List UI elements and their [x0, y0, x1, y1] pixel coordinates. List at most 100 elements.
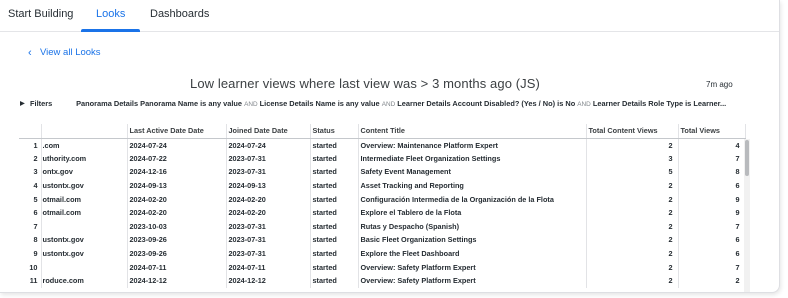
content-title-cell: Basic Fleet Organization Settings — [358, 233, 587, 247]
email-cell: .com — [41, 138, 128, 152]
column-header-content-title[interactable]: Content Title — [358, 124, 587, 139]
total-content-views-cell: 2 — [586, 205, 679, 220]
look-card: Start Building Looks Dashboards ‹ View a… — [0, 0, 780, 293]
joined-date-cell: 2024-02-20 — [226, 205, 311, 220]
filter-expression: License Details Name is any value — [259, 99, 380, 108]
email-text: roduce.com — [42, 276, 84, 286]
row-number-cell: 9 — [19, 246, 42, 261]
column-header-total-views[interactable]: Total Views — [678, 124, 746, 139]
filters-label[interactable]: Filters — [30, 99, 74, 108]
table-row[interactable]: 3 ontx.gov 2024-12-16 2023-07-31 started Safe… — [19, 165, 746, 179]
content-title-cell: Asset Tracking and Reporting — [358, 178, 587, 193]
last-active-date-cell: 2024-02-20 — [127, 192, 227, 206]
filter-and: AND — [244, 101, 258, 108]
table-row[interactable]: 2 uthority.com 2024-07-22 2023-07-31 started… — [19, 151, 746, 166]
view-all-looks-link[interactable]: ‹ View all Looks — [28, 47, 101, 58]
row-number-cell: 11 — [19, 273, 42, 288]
joined-date-cell: 2023-07-31 — [226, 246, 311, 261]
tab-start-building[interactable]: Start Building — [8, 8, 73, 20]
tab-looks[interactable]: Looks — [96, 8, 125, 20]
email-cell — [41, 219, 128, 234]
email-text: ustontx.gov — [42, 249, 84, 259]
status-cell: started — [310, 192, 359, 206]
row-number-cell: 10 — [19, 260, 42, 274]
email-text: uthority.com — [42, 153, 87, 163]
status-cell: started — [310, 219, 359, 234]
status-cell: started — [310, 246, 359, 261]
total-views-cell: 6 — [678, 178, 746, 193]
content-title-cell: Overview: Maintenance Platform Expert — [358, 138, 587, 152]
content-title-cell: Intermediate Fleet Organization Settings — [358, 151, 587, 166]
column-header-total-content-views[interactable]: Total Content Views — [586, 124, 679, 139]
table-row[interactable]: 1 .com 2024-07-24 2024-07-24 started Overview… — [19, 138, 746, 152]
email-cell: roduce.com — [41, 273, 128, 288]
last-active-date-cell: 2023-10-03 — [127, 219, 227, 234]
last-active-date-cell: 2024-09-13 — [127, 178, 227, 193]
email-cell: ustontx.gov — [41, 246, 128, 261]
last-active-date-cell: 2024-07-11 — [127, 260, 227, 274]
joined-date-cell: 2024-12-12 — [226, 273, 311, 288]
total-views-cell: 7 — [678, 260, 746, 274]
email-cell: otmail.com — [41, 192, 128, 206]
filter-expression: Panorama Details Panorama Name is any va… — [76, 99, 243, 108]
table-row[interactable]: 5 otmail.com 2024-02-20 2024-02-20 started Co… — [19, 192, 746, 206]
last-active-date-cell: 2024-07-24 — [127, 138, 227, 152]
table-body: 1 .com 2024-07-24 2024-07-24 started Overview… — [19, 138, 746, 288]
total-views-cell: 7 — [678, 219, 746, 234]
content-title-cell: Explore el Tablero de la Flota — [358, 205, 587, 220]
tab-bar: Start Building Looks Dashboards — [0, 0, 779, 32]
tab-dashboards[interactable]: Dashboards — [150, 8, 209, 20]
total-content-views-cell: 2 — [586, 260, 679, 274]
table-row[interactable]: 7 2023-10-03 2023-07-31 started Rutas y Desp… — [19, 219, 746, 234]
filters-bar[interactable]: ▶ Filters Panorama Details Panorama Name … — [20, 99, 760, 111]
joined-date-cell: 2024-07-24 — [226, 138, 311, 152]
last-active-date-cell: 2024-12-12 — [127, 273, 227, 288]
chevron-left-icon: ‹ — [28, 46, 32, 59]
column-header-joined[interactable]: Joined Date Date — [226, 124, 311, 139]
total-views-cell: 6 — [678, 233, 746, 247]
last-active-date-cell: 2024-12-16 — [127, 165, 227, 179]
total-content-views-cell: 5 — [586, 165, 679, 179]
active-tab-indicator — [81, 29, 140, 32]
view-all-looks-label: View all Looks — [40, 47, 101, 58]
total-content-views-cell: 3 — [586, 151, 679, 166]
table-header-row: Last Active Date Date Joined Date Date S… — [19, 124, 746, 139]
content-title-cell: Explore the Fleet Dashboard — [358, 246, 587, 261]
row-number-cell: 6 — [19, 205, 42, 220]
table-row[interactable]: 6 otmail.com 2024-02-20 2024-02-20 started Ex… — [19, 205, 746, 220]
table-scrollbar-thumb[interactable] — [745, 140, 749, 176]
column-header-rownum — [19, 124, 42, 139]
status-cell: started — [310, 165, 359, 179]
last-active-date-cell: 2023-09-26 — [127, 233, 227, 247]
email-text: ustontx.gov — [42, 181, 84, 191]
table-row[interactable]: 4 ustontx.gov 2024-09-13 2024-09-13 started A… — [19, 178, 746, 193]
filter-expression: Learner Details Account Disabled? (Yes /… — [397, 99, 576, 108]
table-row[interactable]: 10 2024-07-11 2024-07-11 started Overview: S… — [19, 260, 746, 274]
total-views-cell: 9 — [678, 205, 746, 220]
joined-date-cell: 2024-09-13 — [226, 178, 311, 193]
joined-date-cell: 2023-07-31 — [226, 219, 311, 234]
column-header-email[interactable] — [41, 124, 128, 139]
total-content-views-cell: 2 — [586, 233, 679, 247]
column-header-last-active[interactable]: Last Active Date Date — [127, 124, 227, 139]
column-header-status[interactable]: Status — [310, 124, 359, 139]
joined-date-cell: 2023-07-31 — [226, 151, 311, 166]
total-content-views-cell: 2 — [586, 246, 679, 261]
total-views-cell: 9 — [678, 192, 746, 206]
content-title-cell: Overview: Safety Platform Expert — [358, 273, 587, 288]
filter-and: AND — [577, 101, 591, 108]
email-text: ontx.gov — [42, 167, 73, 177]
caret-right-icon[interactable]: ▶ — [20, 100, 30, 107]
last-active-date-cell: 2023-09-26 — [127, 246, 227, 261]
row-number-cell: 8 — [19, 233, 42, 247]
last-run-age: 7m ago — [706, 80, 733, 89]
status-cell: started — [310, 205, 359, 220]
table-row[interactable]: 11 roduce.com 2024-12-12 2024-12-12 started O… — [19, 273, 746, 288]
status-cell: started — [310, 233, 359, 247]
email-cell — [41, 260, 128, 274]
table-row[interactable]: 8 ustontx.gov 2023-09-26 2023-07-31 started B… — [19, 233, 746, 247]
results-table-container: Last Active Date Date Joined Date Date S… — [19, 124, 749, 292]
table-row[interactable]: 9 ustontx.gov 2023-09-26 2023-07-31 started E… — [19, 246, 746, 261]
status-cell: started — [310, 273, 359, 288]
email-text: .com — [42, 140, 60, 150]
